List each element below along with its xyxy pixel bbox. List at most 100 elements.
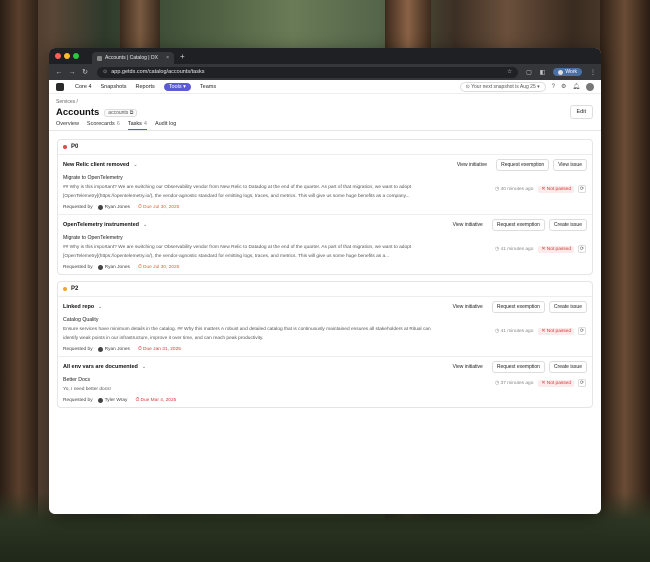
snapshot-notice[interactable]: ⊙ Your next snapshot is Aug 25 ▾ (459, 81, 546, 92)
recheck-icon[interactable]: ⟳ (578, 185, 586, 193)
clock-icon: ⏱ (135, 398, 140, 403)
view-initiative-button[interactable]: View initiative (447, 361, 488, 373)
view-initiative-button[interactable]: View initiative (447, 301, 488, 313)
tab-close-icon[interactable]: × (166, 55, 169, 61)
back-arrow-icon[interactable]: ← (54, 69, 64, 76)
tab-tasks[interactable]: Tasks 4 (127, 121, 147, 130)
task-item: New Relic client removed ⌄ View initiati… (58, 154, 592, 214)
chevron-down-icon[interactable]: ⌄ (133, 162, 137, 168)
requester-avatar (97, 264, 103, 270)
initiative-title[interactable]: Migrate to OpenTelemetry (63, 175, 587, 181)
initiative-title[interactable]: Migrate to OpenTelemetry (63, 235, 587, 241)
issue-button[interactable]: Create issue (548, 301, 587, 313)
recheck-icon[interactable]: ⟳ (578, 245, 586, 253)
close-window-dot[interactable] (55, 53, 61, 59)
task-actions: View initiative Request exemption Create… (444, 219, 587, 231)
dx-logo-icon[interactable] (56, 82, 64, 91)
nav-reports[interactable]: Reports (136, 84, 155, 90)
url-text: app.getdx.com/catalog/accounts/tasks (111, 69, 205, 75)
reload-icon[interactable]: ↻ (80, 68, 90, 76)
chevron-down-icon[interactable]: ⌄ (142, 364, 146, 370)
tab-label: Scorecards (86, 121, 115, 127)
nav-teams[interactable]: Teams (200, 84, 216, 90)
forward-arrow-icon[interactable]: → (67, 69, 77, 76)
notifications-bell-icon[interactable]: 🔔︎ (572, 83, 580, 90)
task-description: Ensure services have minimum details in … (63, 327, 431, 341)
request-exemption-button[interactable]: Request exemption (491, 301, 545, 313)
task-description: Yo, I need better docs! (63, 387, 111, 392)
last-checked: ◷ 41 minutes ago (495, 246, 534, 252)
task-actions: View initiative Request exemption Create… (444, 361, 587, 373)
browser-menu-icon[interactable]: ⋮ (590, 69, 596, 76)
request-exemption-button[interactable]: Request exemption (491, 219, 545, 231)
task-status: ◷ 41 minutes ago ✕ Not passed ⟳ (495, 245, 586, 253)
requester-name[interactable]: Tyler Wray (105, 398, 128, 403)
task-header: New Relic client removed ⌄ View initiati… (63, 159, 587, 171)
minimize-window-dot[interactable] (64, 53, 70, 59)
view-initiative-button[interactable]: View initiative (447, 219, 488, 231)
task-name[interactable]: Linked repo (63, 304, 94, 310)
nav-tools[interactable]: Tools ▾ (163, 82, 191, 91)
sidepanel-icon[interactable]: ◧ (540, 69, 546, 76)
requested-by-row: Requested by Ryan Jones ⏱ Due Jul 30, 20… (63, 264, 587, 270)
recheck-icon[interactable]: ⟳ (578, 379, 586, 387)
service-id-badge[interactable]: accounts ⧉ (104, 108, 138, 117)
status-badge: ✕ Not passed (538, 379, 574, 387)
edit-button[interactable]: Edit (569, 105, 593, 119)
issue-button[interactable]: Create issue (548, 219, 587, 231)
last-checked-text: 41 minutes ago (500, 246, 534, 252)
requester-avatar (97, 346, 103, 352)
due-date: ⏱ Due Jul 30, 2025 (138, 204, 179, 210)
view-initiative-button[interactable]: View initiative (451, 159, 493, 171)
tab-overview[interactable]: Overview (56, 121, 79, 130)
clock-icon: ⏱ (137, 205, 142, 210)
task-name[interactable]: New Relic client removed (63, 162, 129, 168)
tree-trunk (0, 0, 38, 562)
nav-core-4[interactable]: Core 4 (75, 84, 92, 90)
task-name[interactable]: OpenTelemetry instrumented (63, 222, 139, 228)
tab-scorecards[interactable]: Scorecards 6 (87, 121, 120, 130)
requester-name[interactable]: Ryan Jones (105, 205, 130, 210)
chevron-down-icon[interactable]: ⌄ (143, 222, 147, 228)
priority-label: P0 (71, 144, 79, 150)
status-badge: ✕ Not passed (538, 327, 574, 335)
url-bar[interactable]: ⊙ app.getdx.com/catalog/accounts/tasks ☆ (97, 66, 519, 78)
tab-audit-log[interactable]: Audit log (155, 121, 176, 130)
help-icon[interactable]: ? (552, 84, 555, 90)
bookmark-star-icon[interactable]: ☆ (507, 69, 512, 75)
new-tab-button[interactable]: + (180, 52, 185, 61)
last-checked: ◷ 40 minutes ago (495, 186, 534, 192)
task-status: ◷ 40 minutes ago ✕ Not passed ⟳ (495, 185, 586, 193)
due-date: ⏱ Due Jul 30, 2025 (138, 264, 179, 270)
requester-name[interactable]: Ryan Jones (105, 265, 130, 270)
extensions-icon[interactable]: ▢ (526, 69, 532, 76)
page-title: Accounts (56, 107, 100, 118)
requester-name[interactable]: Ryan Jones (105, 347, 130, 352)
recheck-icon[interactable]: ⟳ (578, 327, 586, 335)
initiative-title[interactable]: Catalog Quality (63, 317, 587, 323)
app-top-nav: Core 4 Snapshots Reports Tools ▾ Teams ⊙… (49, 80, 601, 94)
issue-button[interactable]: Create issue (548, 361, 587, 373)
request-exemption-button[interactable]: Request exemption (491, 361, 545, 373)
priority-group-header: P0 (58, 140, 592, 154)
task-item: Linked repo ⌄ View initiative Request ex… (58, 296, 592, 356)
user-avatar[interactable] (586, 82, 594, 91)
task-name[interactable]: All env vars are documented (63, 364, 138, 370)
browser-window: Accounts | Catalog | DX × + ← → ↻ ⊙ app.… (49, 48, 601, 514)
last-checked: ◷ 41 minutes ago (495, 328, 534, 334)
request-exemption-button[interactable]: Request exemption (496, 159, 550, 171)
browser-tab[interactable]: Accounts | Catalog | DX × (92, 52, 174, 64)
issue-button[interactable]: View issue (553, 159, 587, 171)
priority-dot-icon (63, 145, 67, 149)
site-info-icon[interactable]: ⊙ (103, 69, 107, 75)
status-text: Not passed (546, 246, 571, 252)
tasks-content: P0 New Relic client removed ⌄ View initi… (49, 131, 601, 408)
settings-gear-icon[interactable]: ⚙ (561, 83, 566, 90)
maximize-window-dot[interactable] (73, 53, 79, 59)
profile-button[interactable]: Work (553, 68, 582, 76)
nav-snapshots[interactable]: Snapshots (101, 84, 127, 90)
title-row: Accounts accounts ⧉ (56, 107, 594, 118)
chevron-down-icon[interactable]: ⌄ (98, 304, 102, 310)
snapshot-notice-text: Your next snapshot is Aug 25 (471, 83, 536, 90)
breadcrumb[interactable]: Services / (56, 99, 594, 105)
